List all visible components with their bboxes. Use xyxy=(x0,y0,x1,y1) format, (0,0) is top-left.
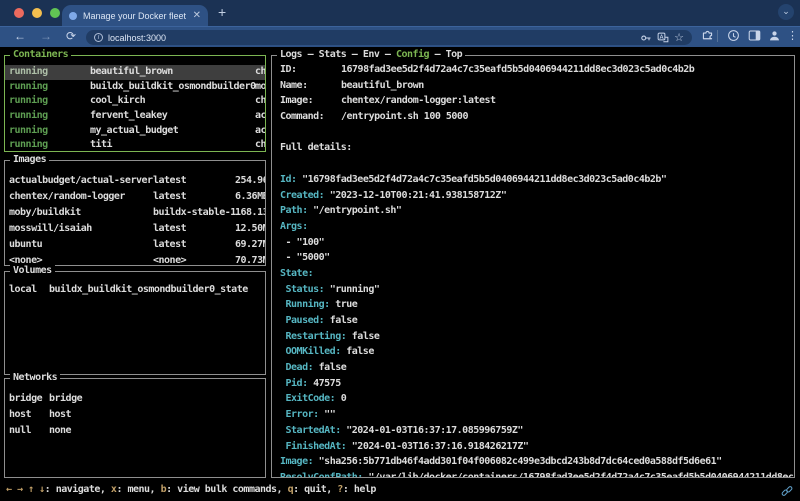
detail-line: Args: xyxy=(280,221,794,237)
detail-line: OOMKilled: false xyxy=(280,346,794,362)
inspector-tab-bar: Logs — Stats — Env — Config — Top xyxy=(277,49,465,60)
detail-line: FinishedAt: "2024-01-03T16:37:16.9184262… xyxy=(280,441,794,457)
networks-panel: Networks bridge bridge host host null no… xyxy=(4,378,266,478)
container-row[interactable]: running fervent_leakey act xyxy=(5,109,265,124)
tab-close-icon[interactable]: ✕ xyxy=(193,11,201,21)
container-row[interactable]: running beautiful_brown che xyxy=(5,65,265,80)
network-row[interactable]: host host xyxy=(5,407,265,423)
detail-line: Image: "sha256:5b771db46f4add301f04f0060… xyxy=(280,456,794,472)
new-tab-button[interactable]: + xyxy=(218,4,226,20)
tab-env[interactable]: Env xyxy=(363,49,380,60)
detail-line: Dead: false xyxy=(280,362,794,378)
image-row[interactable]: chentex/random-logger latest 6.36MB xyxy=(5,189,265,205)
image-row[interactable]: actualbudget/actual-server latest 254.96… xyxy=(5,173,265,189)
reload-button[interactable]: ⟳ xyxy=(66,29,76,43)
image-row[interactable]: <none> <none> 70.73M xyxy=(5,253,265,265)
browser-tab[interactable]: Manage your Docker fleet w ✕ xyxy=(62,5,208,26)
address-bar[interactable]: i localhost:3000 A ☆ xyxy=(86,30,692,45)
forward-button[interactable]: → xyxy=(40,29,52,43)
image-row[interactable]: moby/buildkit buildx-stable-1 168.13M xyxy=(5,205,265,221)
detail-line: Created: "2023-12-10T00:21:41.938158712Z… xyxy=(280,190,794,206)
url-text: localhost:3000 xyxy=(108,33,635,43)
inspector-panel: Logs — Stats — Env — Config — Top ID:167… xyxy=(271,55,795,478)
volumes-panel: Volumes local buildx_buildkit_osmondbuil… xyxy=(4,271,266,375)
detail-line: Pid: 47575 xyxy=(280,378,794,394)
section-title: Full details: xyxy=(280,142,794,158)
summary-line: Command:/entrypoint.sh 100 5000 xyxy=(280,111,794,127)
site-info-icon[interactable]: i xyxy=(94,33,103,42)
detail-line: - "5000" xyxy=(280,252,794,268)
detail-line: StartedAt: "2024-01-03T16:37:17.08599675… xyxy=(280,425,794,441)
window-close-button[interactable] xyxy=(14,8,24,18)
image-row[interactable]: ubuntu latest 69.27M xyxy=(5,237,265,253)
volumes-panel-title: Volumes xyxy=(10,265,55,276)
detail-line: Running: true xyxy=(280,299,794,315)
detail-line: Status: "running" xyxy=(280,284,794,300)
detail-line: Paused: false xyxy=(280,315,794,331)
tab-top[interactable]: Top xyxy=(446,49,463,60)
tab-logs[interactable]: Logs xyxy=(280,49,302,60)
tab-title: Manage your Docker fleet w xyxy=(83,11,187,21)
browser-window: Manage your Docker fleet w ✕ + ⌄ ← → ⟳ i… xyxy=(0,0,800,501)
summary-line: Name:beautiful_brown xyxy=(280,80,794,96)
detail-line: ExitCode: 0 xyxy=(280,393,794,409)
detail-line: Id: "16798fad3ee5d2f4d72a4c7c35eafd5b5d0… xyxy=(280,174,794,190)
extensions-puzzle-icon[interactable] xyxy=(701,29,714,42)
password-key-icon[interactable] xyxy=(640,32,652,44)
summary-line: Image:chentex/random-logger:latest xyxy=(280,95,794,111)
docker-tui: Containers running beautiful_brown che r… xyxy=(0,47,800,501)
detail-line: Error: "" xyxy=(280,409,794,425)
tab-favicon-icon xyxy=(69,12,77,20)
containers-panel-title: Containers xyxy=(10,49,71,60)
container-row[interactable]: running cool_kirch che xyxy=(5,94,265,109)
container-row[interactable]: running titi che xyxy=(5,138,265,151)
images-panel-title: Images xyxy=(10,154,49,165)
detail-line: Path: "/entrypoint.sh" xyxy=(280,205,794,221)
translate-icon[interactable]: A xyxy=(657,32,669,44)
container-row[interactable]: running buildx_buildkit_osmondbuilder0 m… xyxy=(5,80,265,95)
config-content: ID:16798fad3ee5d2f4d72a4c7c35eafd5b5d040… xyxy=(272,56,794,477)
link-icon[interactable] xyxy=(781,485,793,500)
profile-avatar-icon[interactable] xyxy=(768,29,781,42)
network-row[interactable]: null none xyxy=(5,423,265,439)
tab-stats[interactable]: Stats xyxy=(319,49,347,60)
containers-panel: Containers running beautiful_brown che r… xyxy=(4,55,266,152)
sidebar-toggle-icon[interactable] xyxy=(748,29,761,42)
bookmark-star-icon[interactable]: ☆ xyxy=(674,31,684,44)
detail-line: Restarting: false xyxy=(280,331,794,347)
detail-line: ResolvConfPath: "/var/lib/docker/contain… xyxy=(280,472,794,477)
tab-config[interactable]: Config xyxy=(396,49,429,60)
tab-search-chevron-icon[interactable]: ⌄ xyxy=(778,4,794,20)
window-minimize-button[interactable] xyxy=(32,8,42,18)
detail-line: State: xyxy=(280,268,794,284)
tab-strip: Manage your Docker fleet w ✕ + ⌄ xyxy=(0,0,800,26)
volume-row[interactable]: local buildx_buildkit_osmondbuilder0_sta… xyxy=(5,282,265,298)
toolbar-divider xyxy=(717,30,718,42)
container-row[interactable]: running my_actual_budget act xyxy=(5,124,265,139)
browser-menu-icon[interactable]: ⋮ xyxy=(787,29,798,43)
summary-line: ID:16798fad3ee5d2f4d72a4c7c35eafd5b5d040… xyxy=(280,64,794,80)
window-zoom-button[interactable] xyxy=(50,8,60,18)
networks-panel-title: Networks xyxy=(10,372,60,383)
back-button[interactable]: ← xyxy=(14,29,26,43)
images-panel: Images actualbudget/actual-server latest… xyxy=(4,160,266,266)
network-row[interactable]: bridge bridge xyxy=(5,391,265,407)
detail-line: - "100" xyxy=(280,237,794,253)
update-sync-icon[interactable] xyxy=(727,29,740,42)
keybindings-status-bar: ← → ↑ ↓: navigate, x: menu, b: view bulk… xyxy=(6,484,376,495)
image-row[interactable]: mosswill/isaiah latest 12.50M xyxy=(5,221,265,237)
